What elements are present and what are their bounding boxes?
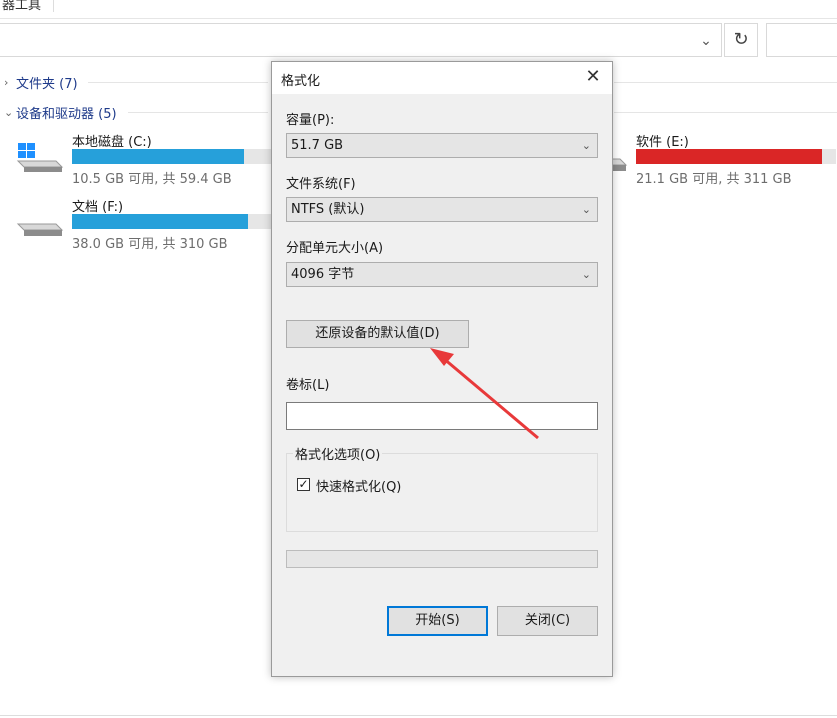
annotation-arrow (430, 348, 539, 440)
window-bottom-border (0, 715, 837, 716)
annotation-arrow-line (442, 356, 539, 440)
